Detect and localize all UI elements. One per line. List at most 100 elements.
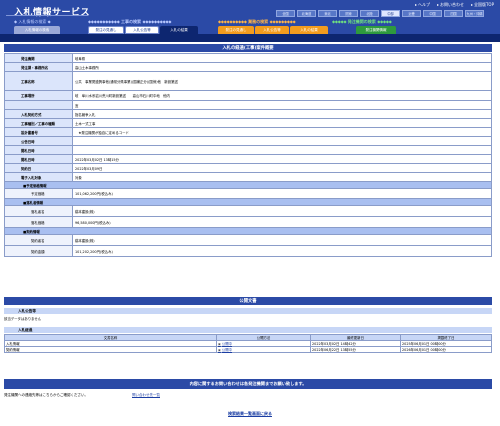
group-title: 契約情報 — [26, 229, 40, 234]
back-to-results-link[interactable]: 検索結果一覧画面に戻る — [0, 411, 500, 417]
summary-table: 発注機関 岐阜県 発注課・事務所名 高山土木事務所 工事名称 公共 事業関連興事他(通常分… — [4, 53, 492, 257]
table-row: 工事名称 公共 事業関連興事他(通常分県事業)(国補正分)(国債)他 新設第送 — [4, 71, 492, 91]
row-value: 土木一式工事 — [72, 118, 492, 128]
region-shikoku[interactable]: 四国 — [444, 10, 463, 17]
table-row: 発注課・事務所名 高山土木事務所 — [4, 62, 492, 72]
group-title: 予定価格情報 — [26, 183, 47, 188]
group-title: 落札者情報 — [26, 200, 44, 205]
help-link[interactable]: ヘルプ — [415, 2, 430, 8]
table-row: 落札者名 橋本建設(株) — [4, 205, 492, 217]
row-value: 橋本建設(株) — [72, 234, 492, 246]
row-value: 岐阜県 — [72, 53, 492, 63]
row-value: 対象 — [72, 172, 492, 182]
table-row: 工事場所岐 阜川水系岩川荒川町新設第送 高山市石川町中地 他内 — [4, 90, 492, 101]
contact-row: 発注機関への連絡先等はこちらからご確認ください。 問い合わせ先一覧 — [4, 393, 492, 398]
region-hokkaido[interactable]: 北海道 — [297, 10, 316, 17]
region-hokuriku[interactable]: 北陸 — [360, 10, 379, 17]
notice-bar: 内容に関するお問い合わせは各発注機関までお願い致します。 — [4, 379, 492, 389]
doc-open-link[interactable]: 公開中 — [218, 342, 232, 346]
doc-open-link[interactable]: 公開中 — [218, 348, 232, 352]
tab-gyomu-kekka[interactable]: 入札の結果 — [290, 26, 328, 34]
row-value: 公共 事業関連興事他(通常分県事業)(国補正分)(国債)他 新設第送 — [72, 71, 492, 91]
category-gyomu: ◆◆◆◆◆◆◆◆◆◆ 業務の検索 ◆◆◆◆◆◆◆◆◆ — [218, 19, 296, 24]
tab-koji-mitooshi[interactable]: 発注の見通し — [88, 26, 124, 34]
row-value — [72, 136, 492, 146]
contact-link[interactable]: お問い合わせ — [437, 2, 464, 8]
row-label: 工事名称 — [4, 71, 73, 91]
row-value: 101,062,200円(税込み) — [72, 188, 492, 199]
row-label: 開札日時 — [4, 154, 73, 164]
row-label: 入札契約方式 — [4, 109, 73, 119]
row-value: ★発注機関が独自に定めるコード — [72, 127, 492, 137]
row-label: 予定価格 — [4, 188, 73, 199]
row-label: 発注課・事務所名 — [4, 62, 73, 72]
public-docs-title: 公開文書 — [4, 297, 492, 305]
app-title: 入札情報サービス — [14, 8, 91, 18]
row-label: 発注機関 — [4, 53, 73, 63]
summary-title: 入札の経過(工事)案件概要 — [4, 44, 492, 52]
table-row: 落札価格 96,580,000円(税込み) — [4, 216, 492, 228]
row-value: 2022年03月09日 — [72, 163, 492, 173]
table-row: 公告日時 — [4, 136, 492, 146]
category-koji: ◆◆◆◆◆◆◆◆◆◆◆ 工事の検索 ◆◆◆◆◆◆◆◆◆◆ — [88, 19, 172, 24]
row-label: 契約日 — [4, 163, 73, 173]
doc-name: 契約情報 — [4, 346, 217, 353]
group-header: ■予定価格情報 — [4, 181, 492, 189]
search-label: ◆ 入札情報の検索 ◆ — [14, 19, 51, 24]
row-value: 橋本建設(株) — [72, 205, 492, 217]
title-divider — [6, 15, 88, 16]
group-label: ■落札者情報 — [4, 198, 492, 206]
row-value: 指名競争入札 — [72, 109, 492, 119]
tab-choutatsu[interactable]: 発注機関情報 — [356, 26, 396, 34]
doc-end: 2026年06月01日 00時00分 — [400, 346, 492, 353]
row-label: 工事種別／工事の種類 — [4, 118, 73, 128]
group-header: ■落札者情報 — [4, 198, 492, 206]
row-label — [4, 100, 73, 110]
region-kinki[interactable]: 近畿 — [402, 10, 421, 17]
top-links: ヘルプ お問い合わせ 全国版TOP — [415, 2, 494, 8]
region-chugoku[interactable]: 中国 — [423, 10, 442, 17]
tab-gyomu-koukoku[interactable]: 入札公告等 — [255, 26, 289, 34]
tab-search[interactable]: 入札情報の検索 — [14, 26, 60, 34]
tab-gyomu-mitooshi[interactable]: 発注の見通し — [218, 26, 254, 34]
region-nav: 全国 北海道 東北 関東 北陸 中部 近畿 中国 四国 九州・沖縄 — [276, 10, 484, 17]
row-value: 96,580,000円(税込み) — [72, 216, 492, 228]
tab-koji-kekka[interactable]: 入札の結果 — [160, 26, 198, 34]
tab-koji-koukoku[interactable]: 入札公告等 — [125, 26, 159, 34]
region-tohoku[interactable]: 東北 — [318, 10, 337, 17]
row-value: 2022年03月02日 13時15分 — [72, 154, 492, 164]
row-label: 公告日時 — [4, 136, 73, 146]
row-value — [72, 145, 492, 155]
table-row: 予定価格 101,062,200円(税込み) — [4, 188, 492, 199]
section-koukoku: 入札公告等 — [4, 308, 492, 314]
region-kyushu[interactable]: 九州・沖縄 — [465, 10, 484, 17]
region-zenkoku[interactable]: 全国 — [276, 10, 295, 17]
row-value: 101,202,200円(税込み) — [72, 245, 492, 257]
table-row: 電子入札対象 対象 — [4, 172, 492, 182]
national-top-link[interactable]: 全国版TOP — [471, 2, 494, 8]
region-kanto[interactable]: 関東 — [339, 10, 358, 17]
table-row: 発注機関 岐阜県 — [4, 53, 492, 63]
row-value: 高山土木事務所 — [72, 62, 492, 72]
row-value: 岐 阜川水系岩川荒川町新設第送 高山市石川町中地 他内 — [72, 90, 492, 101]
table-row: 開札日時 2022年03月02日 13時15分 — [4, 154, 492, 164]
no-data-text: 該当データはありません — [4, 317, 42, 321]
table-row: 契約日 2022年03月09日 — [4, 163, 492, 173]
docs-table: 文書名称 公開方法 最終更新日 掲載終了日 入札情報 公開中 2022年03月0… — [4, 334, 492, 353]
row-value: 宜 — [72, 100, 492, 110]
contact-list-link[interactable]: 問い合わせ先一覧 — [132, 393, 160, 398]
group-header: ■契約情報 — [4, 227, 492, 235]
contact-text: 発注機関への連絡先等はこちらからご確認ください。 — [4, 393, 88, 397]
table-row: 契約者名 橋本建設(株) — [4, 234, 492, 246]
region-chubu[interactable]: 中部 — [381, 10, 400, 17]
table-row: 工事種別／工事の種類 土木一式工事 — [4, 118, 492, 128]
row-label: 契約金額 — [4, 245, 73, 257]
doc-method: 公開中 — [216, 346, 311, 353]
table-row: 契約情報 公開中 2022年06月22日 13時55分 2026年06月01日 … — [4, 346, 492, 353]
row-label: 工事場所 — [4, 90, 73, 101]
row-label: 契約者名 — [4, 234, 73, 246]
row-label: 落札者名 — [4, 205, 73, 217]
table-row: 宜 — [4, 100, 492, 110]
table-row: 設計書番号 ★発注機関が独自に定めるコード — [4, 127, 492, 137]
section-keika: 入札経過 — [4, 327, 492, 333]
